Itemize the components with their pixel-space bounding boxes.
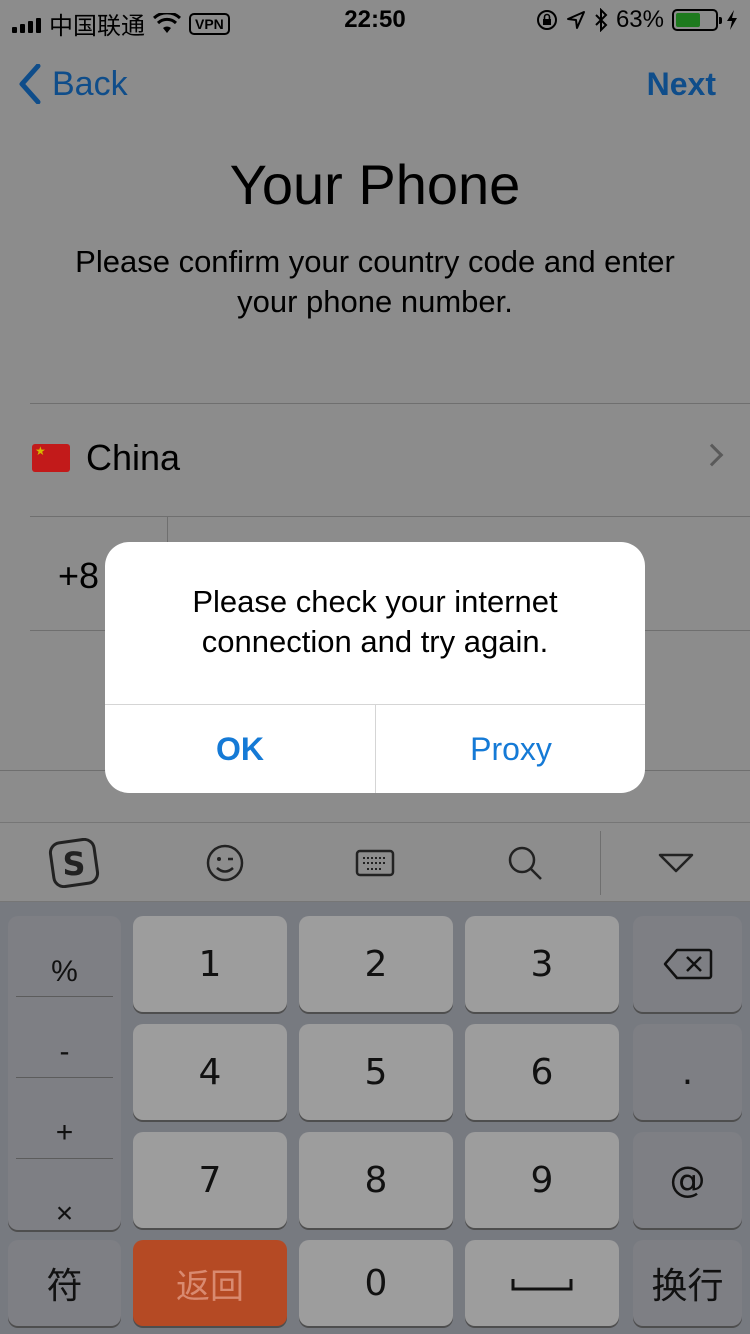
battery-icon bbox=[672, 9, 722, 31]
country-code-field[interactable]: +8 bbox=[58, 555, 99, 597]
collapse-keyboard-icon[interactable] bbox=[646, 841, 706, 885]
key-minus[interactable]: - bbox=[8, 1012, 121, 1092]
key-7[interactable]: 7 bbox=[133, 1132, 287, 1228]
return-key[interactable]: 返回 bbox=[133, 1240, 287, 1326]
key-percent[interactable]: % bbox=[8, 932, 121, 1012]
key-4[interactable]: 4 bbox=[133, 1024, 287, 1120]
proxy-button[interactable]: Proxy bbox=[376, 705, 645, 793]
page-title: Your Phone bbox=[229, 153, 521, 216]
key-5[interactable]: 5 bbox=[299, 1024, 453, 1120]
page-subtitle: Please confirm your country code and ent… bbox=[75, 244, 675, 319]
toolbar-separator bbox=[600, 831, 601, 895]
alert-message: Please check your internet connection an… bbox=[192, 584, 558, 659]
status-bar: 中国联通 VPN 22:50 63% bbox=[0, 0, 750, 40]
emoji-icon[interactable] bbox=[195, 841, 255, 885]
battery-percent: 63% bbox=[615, 6, 664, 33]
delete-key[interactable] bbox=[633, 916, 742, 1012]
key-0[interactable]: 0 bbox=[299, 1240, 453, 1326]
key-1[interactable]: 1 bbox=[133, 916, 287, 1012]
divider bbox=[16, 1077, 113, 1078]
sogou-logo-icon[interactable]: S bbox=[45, 838, 105, 888]
keyboard-icon[interactable] bbox=[345, 841, 405, 885]
ok-button[interactable]: OK bbox=[105, 705, 375, 793]
space-key[interactable] bbox=[465, 1240, 619, 1326]
key-3[interactable]: 3 bbox=[465, 916, 619, 1012]
symbols-key[interactable]: 符 bbox=[8, 1240, 121, 1326]
country-selector[interactable]: ★ China bbox=[30, 403, 750, 517]
newline-key[interactable]: 换行 bbox=[633, 1240, 742, 1326]
divider bbox=[16, 996, 113, 997]
battery-fill bbox=[676, 13, 700, 27]
chevron-left-icon bbox=[19, 64, 41, 104]
numeric-keyboard: % - + × 1 2 3 4 5 6 . 7 8 9 @ 符 返回 0 换行 bbox=[0, 902, 750, 1334]
key-2[interactable]: 2 bbox=[299, 916, 453, 1012]
country-name: China bbox=[86, 437, 181, 478]
status-right: 63% bbox=[536, 6, 738, 34]
orientation-lock-icon bbox=[536, 10, 557, 30]
back-button[interactable]: Back bbox=[18, 64, 128, 104]
back-label: Back bbox=[52, 64, 128, 103]
key-dot[interactable]: . bbox=[633, 1024, 742, 1120]
location-icon bbox=[566, 11, 585, 29]
navigation-bar: Back Next bbox=[0, 60, 750, 110]
divider bbox=[16, 1158, 113, 1159]
china-flag-icon: ★ bbox=[32, 444, 70, 472]
chevron-right-icon bbox=[700, 443, 724, 467]
key-at[interactable]: @ bbox=[633, 1132, 742, 1228]
symbol-column[interactable]: % - + × bbox=[8, 916, 121, 1230]
charging-bolt-icon bbox=[727, 10, 737, 30]
bluetooth-icon bbox=[595, 8, 608, 32]
keyboard-toolbar: S bbox=[0, 822, 750, 902]
svg-text:S: S bbox=[62, 845, 85, 883]
backspace-icon bbox=[663, 948, 712, 980]
network-error-alert: Please check your internet connection an… bbox=[105, 542, 645, 793]
key-8[interactable]: 8 bbox=[299, 1132, 453, 1228]
key-plus[interactable]: + bbox=[8, 1093, 121, 1173]
key-9[interactable]: 9 bbox=[465, 1132, 619, 1228]
next-button[interactable]: Next bbox=[647, 66, 716, 103]
space-icon bbox=[511, 1279, 573, 1291]
search-icon[interactable] bbox=[495, 841, 555, 885]
key-6[interactable]: 6 bbox=[465, 1024, 619, 1120]
